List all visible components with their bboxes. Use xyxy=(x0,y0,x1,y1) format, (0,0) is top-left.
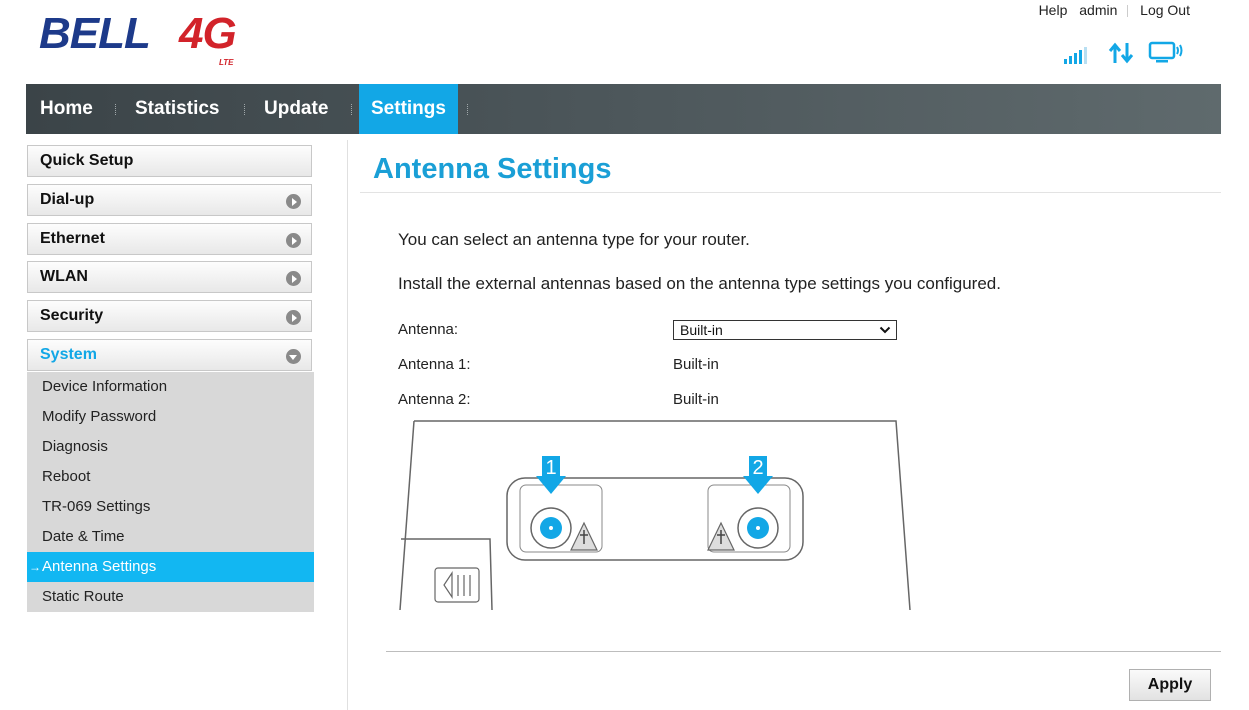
submenu-label: Antenna Settings xyxy=(42,558,157,575)
footer-divider xyxy=(386,651,1221,652)
install-instructions: Install the external antennas based on t… xyxy=(398,274,1001,293)
top-links: Help admin Log Out xyxy=(1031,2,1190,18)
antenna2-label: Antenna 2: xyxy=(398,391,471,408)
sidebar-item-label: Security xyxy=(40,307,104,324)
connected-device-icon[interactable] xyxy=(1148,40,1186,64)
chevron-right-icon xyxy=(286,310,301,325)
antenna2-value: Built-in xyxy=(673,391,719,408)
chevron-right-icon xyxy=(286,194,301,209)
title-divider xyxy=(360,192,1221,193)
nav-separator xyxy=(244,104,247,115)
description-text: You can select an antenna type for your … xyxy=(398,230,750,249)
top-link-divider xyxy=(1127,5,1129,18)
antenna1-value: Built-in xyxy=(673,356,719,373)
sidebar-item-label: Ethernet xyxy=(40,230,105,247)
tab-update[interactable]: Update xyxy=(264,84,328,134)
nav-separator xyxy=(115,104,118,115)
chevron-right-icon xyxy=(286,271,301,286)
brand-tag: LTE xyxy=(219,58,234,67)
content-divider xyxy=(347,140,348,710)
sidebar-item-wlan[interactable]: WLAN xyxy=(27,261,312,293)
antenna-type-select[interactable]: Built-in xyxy=(673,320,897,340)
signal-strength-icon[interactable] xyxy=(1064,46,1094,64)
submenu-date-time[interactable]: Date & Time xyxy=(27,522,314,552)
submenu-diagnosis[interactable]: Diagnosis xyxy=(27,432,314,462)
sidebar-item-label: Quick Setup xyxy=(40,152,134,169)
sidebar-item-quick-setup[interactable]: Quick Setup xyxy=(27,145,312,177)
antenna-label: Antenna: xyxy=(398,321,459,338)
nav-separator xyxy=(467,104,470,115)
system-submenu: Device Information Modify Password Diagn… xyxy=(27,372,314,612)
sidebar-item-label: Dial-up xyxy=(40,191,95,208)
chevron-right-icon xyxy=(286,233,301,248)
chevron-down-icon xyxy=(879,326,891,334)
submenu-device-information[interactable]: Device Information xyxy=(27,372,314,402)
page-header: BELL 4G LTE Help admin Log Out xyxy=(26,0,1221,84)
chevron-down-icon xyxy=(286,349,301,364)
logout-link[interactable]: Log Out xyxy=(1140,2,1190,18)
brand-suffix: 4G xyxy=(179,9,237,58)
sidebar-item-label: System xyxy=(40,346,97,363)
nav-separator xyxy=(351,104,354,115)
apply-button[interactable]: Apply xyxy=(1129,669,1211,701)
sidebar-item-label: WLAN xyxy=(40,268,88,285)
data-transfer-icon[interactable] xyxy=(1108,42,1134,64)
bell-4g-logo: BELL 4G LTE xyxy=(39,7,259,71)
submenu-tr069-settings[interactable]: TR-069 Settings xyxy=(27,492,314,522)
sidebar-item-dial-up[interactable]: Dial-up xyxy=(27,184,312,216)
sidebar-item-ethernet[interactable]: Ethernet xyxy=(27,223,312,255)
antenna1-label: Antenna 1: xyxy=(398,356,471,373)
port-1-number: 1 xyxy=(545,457,556,479)
main-nav: Home Statistics Update Settings xyxy=(26,84,1221,134)
tab-home[interactable]: Home xyxy=(40,84,93,134)
status-icons xyxy=(1064,40,1186,64)
tab-settings[interactable]: Settings xyxy=(359,84,458,134)
antenna-port-diagram: 1 2 xyxy=(399,420,911,611)
page-title: Antenna Settings xyxy=(373,153,612,185)
submenu-static-route[interactable]: Static Route xyxy=(27,582,314,612)
submenu-reboot[interactable]: Reboot xyxy=(27,462,314,492)
antenna-type-value: Built-in xyxy=(680,322,723,338)
help-link[interactable]: Help xyxy=(1039,2,1068,18)
sidebar-item-security[interactable]: Security xyxy=(27,300,312,332)
tab-statistics[interactable]: Statistics xyxy=(135,84,219,134)
arrow-right-icon: → xyxy=(29,560,41,574)
port-2-number: 2 xyxy=(752,457,763,479)
brand-name: BELL xyxy=(39,9,151,58)
submenu-modify-password[interactable]: Modify Password xyxy=(27,402,314,432)
user-link[interactable]: admin xyxy=(1079,2,1117,18)
submenu-antenna-settings[interactable]: → Antenna Settings xyxy=(27,552,314,582)
sidebar-item-system[interactable]: System xyxy=(27,339,312,371)
